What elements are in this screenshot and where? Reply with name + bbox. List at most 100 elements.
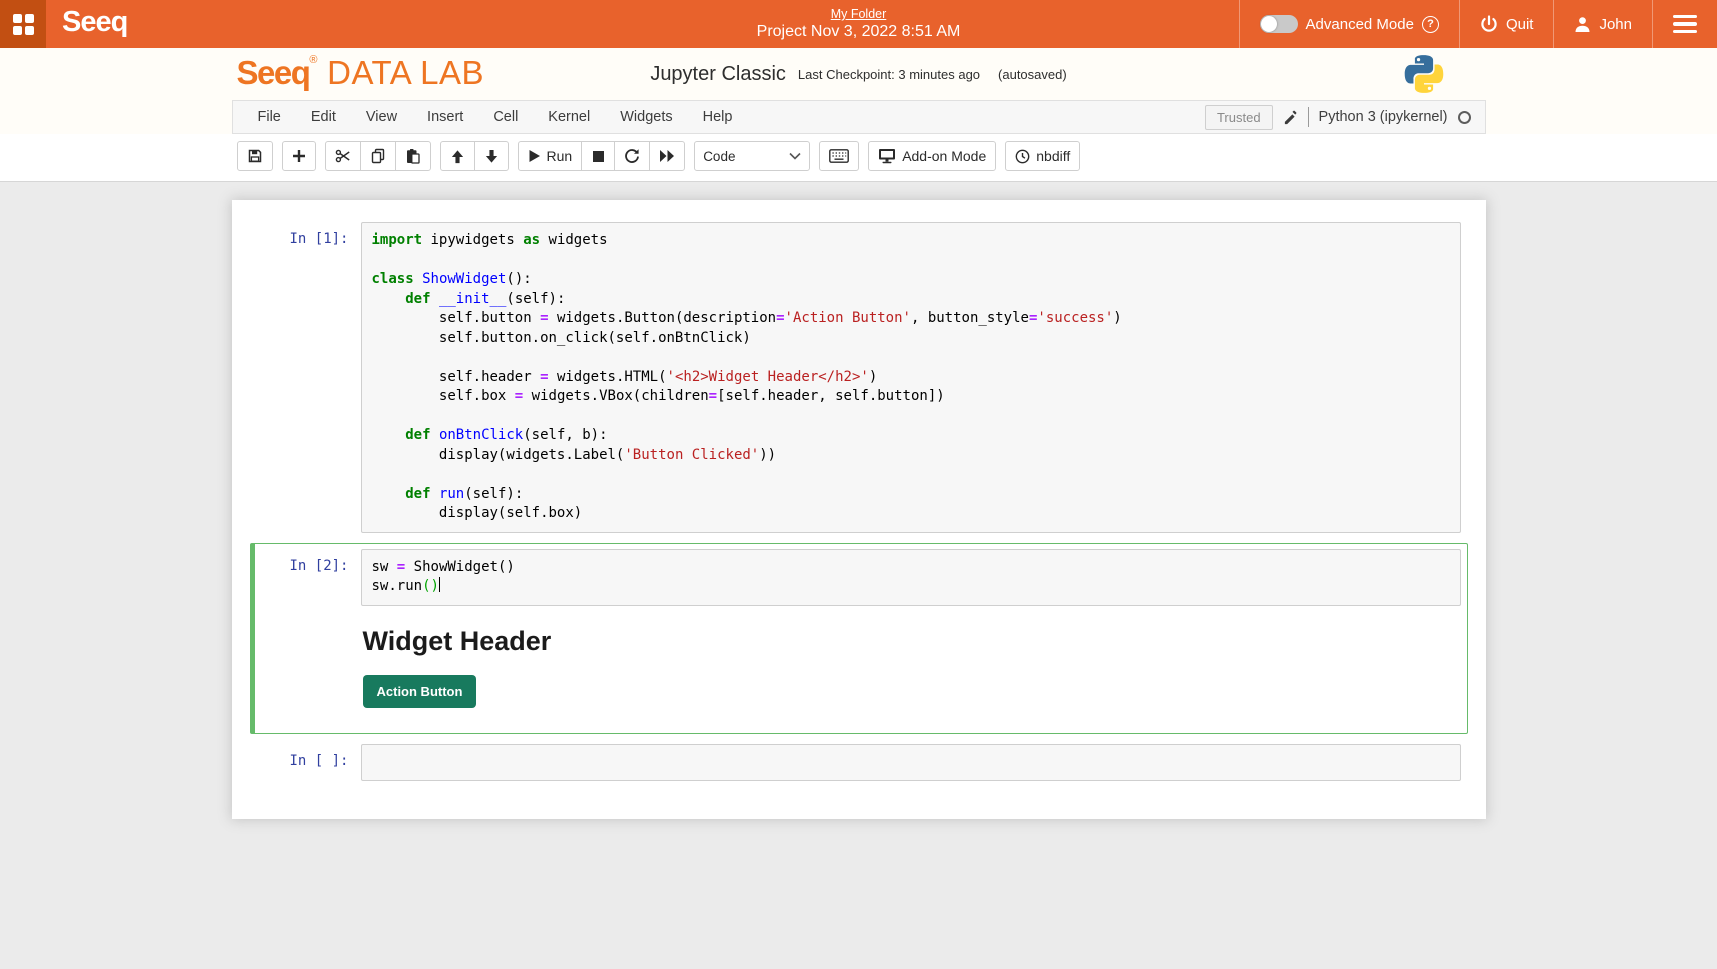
notebook-cell[interactable]: In [ ]: bbox=[250, 738, 1468, 788]
move-cell-down-button[interactable] bbox=[474, 141, 509, 171]
code-token bbox=[414, 271, 422, 287]
breadcrumb-my-folder[interactable]: My Folder bbox=[831, 7, 887, 21]
code-token: , button_style bbox=[911, 310, 1029, 326]
cut-button[interactable] bbox=[325, 141, 361, 171]
code-token: ) bbox=[1113, 310, 1121, 326]
addon-mode-button[interactable]: Add-on Mode bbox=[868, 141, 996, 171]
apps-grid-icon bbox=[13, 14, 34, 35]
code-token: run bbox=[439, 486, 464, 502]
code-line: sw.run() bbox=[372, 577, 1450, 597]
run-button[interactable]: Run bbox=[518, 141, 583, 171]
move-cell-up-button[interactable] bbox=[440, 141, 475, 171]
fast-forward-icon bbox=[659, 149, 675, 163]
cell-prompt: In [2]: bbox=[255, 549, 361, 606]
code-token: = bbox=[709, 388, 717, 404]
header-band: Seeq® DATA LAB Jupyter Classic Last Chec… bbox=[0, 48, 1717, 100]
paste-icon bbox=[405, 148, 421, 164]
seeq-logo[interactable]: Seeq bbox=[46, 0, 127, 48]
code-token: display(widgets.Label( bbox=[372, 447, 625, 463]
topbar-right: Advanced Mode ? Quit John bbox=[1239, 0, 1717, 48]
addon-mode-label: Add-on Mode bbox=[902, 148, 986, 164]
code-token: widgets.HTML( bbox=[549, 369, 667, 385]
code-token: onBtnClick bbox=[439, 427, 523, 443]
run-label: Run bbox=[547, 148, 573, 164]
checkpoint-status: Last Checkpoint: 3 minutes ago bbox=[798, 67, 980, 82]
edit-pencil-icon[interactable] bbox=[1283, 110, 1298, 125]
autosave-status: (autosaved) bbox=[998, 67, 1067, 82]
restart-run-all-button[interactable] bbox=[649, 141, 685, 171]
app-switcher-button[interactable] bbox=[0, 0, 46, 48]
widget-action-button[interactable]: Action Button bbox=[363, 675, 477, 708]
menu-cell[interactable]: Cell bbox=[478, 109, 533, 125]
quit-label: Quit bbox=[1506, 16, 1534, 33]
user-icon bbox=[1574, 16, 1591, 33]
code-token: sw.run bbox=[372, 578, 423, 594]
save-icon bbox=[247, 148, 263, 164]
command-palette-button[interactable] bbox=[819, 141, 859, 171]
code-token: def bbox=[405, 486, 430, 502]
menu-widgets[interactable]: Widgets bbox=[605, 109, 687, 125]
code-line bbox=[372, 348, 1450, 368]
code-token: sw bbox=[372, 559, 397, 575]
code-token: ShowWidget bbox=[422, 271, 506, 287]
notebook-scroll-area[interactable]: In [1]:import ipywidgets as widgets clas… bbox=[0, 182, 1717, 969]
paste-button[interactable] bbox=[395, 141, 431, 171]
hamburger-menu-button[interactable] bbox=[1652, 0, 1717, 48]
menu-insert[interactable]: Insert bbox=[412, 109, 478, 125]
code-line: import ipywidgets as widgets bbox=[372, 231, 1450, 251]
cell-input-row: In [2]:sw = ShowWidget()sw.run() bbox=[255, 549, 1467, 606]
chevron-down-icon bbox=[789, 152, 801, 160]
code-input[interactable] bbox=[361, 744, 1461, 782]
code-token: self.button bbox=[372, 310, 541, 326]
user-menu[interactable]: John bbox=[1553, 0, 1652, 48]
add-cell-button[interactable] bbox=[282, 141, 316, 171]
stop-icon bbox=[592, 150, 605, 163]
code-token: 'success' bbox=[1037, 310, 1113, 326]
menu-help[interactable]: Help bbox=[688, 109, 748, 125]
code-token: 'Action Button' bbox=[785, 310, 911, 326]
notebook-toolbar: Run Code bbox=[232, 141, 1486, 171]
notebook-cells: In [1]:import ipywidgets as widgets clas… bbox=[232, 216, 1486, 787]
menu-edit[interactable]: Edit bbox=[296, 109, 351, 125]
help-icon[interactable]: ? bbox=[1422, 16, 1439, 33]
code-token: __init__ bbox=[439, 291, 506, 307]
widget-header-text: Widget Header bbox=[363, 626, 1437, 657]
advanced-mode-label: Advanced Mode bbox=[1306, 16, 1414, 33]
copy-button[interactable] bbox=[360, 141, 396, 171]
code-line: def run(self): bbox=[372, 485, 1450, 505]
code-input[interactable]: sw = ShowWidget()sw.run() bbox=[361, 549, 1461, 606]
advanced-mode-section: Advanced Mode ? bbox=[1239, 0, 1459, 48]
code-line: def onBtnClick(self, b): bbox=[372, 426, 1450, 446]
notebook-container: In [1]:import ipywidgets as widgets clas… bbox=[232, 200, 1486, 819]
notebook-title[interactable]: Jupyter Classic bbox=[650, 63, 786, 86]
code-token: = bbox=[776, 310, 784, 326]
interrupt-kernel-button[interactable] bbox=[581, 141, 615, 171]
top-app-bar: Seeq My Folder Project Nov 3, 2022 8:51 … bbox=[0, 0, 1717, 48]
code-token: self.header bbox=[372, 369, 541, 385]
code-line bbox=[372, 407, 1450, 427]
arrow-down-icon bbox=[484, 149, 499, 164]
menu-file[interactable]: File bbox=[243, 109, 296, 125]
scissors-icon bbox=[335, 148, 351, 164]
menu-kernel[interactable]: Kernel bbox=[533, 109, 605, 125]
advanced-mode-toggle[interactable] bbox=[1260, 15, 1298, 33]
code-token: (self): bbox=[464, 486, 523, 502]
code-token: () bbox=[422, 578, 439, 594]
notebook-cell[interactable]: In [2]:sw = ShowWidget()sw.run()Widget H… bbox=[250, 543, 1468, 734]
save-button[interactable] bbox=[237, 141, 273, 171]
code-token: '<h2>Widget Header</h2>' bbox=[667, 369, 869, 385]
code-line: self.button.on_click(self.onBtnClick) bbox=[372, 329, 1450, 349]
copy-icon bbox=[370, 148, 386, 164]
notebook-title-area: Jupyter Classic Last Checkpoint: 3 minut… bbox=[232, 48, 1486, 100]
code-line: self.box = widgets.VBox(children=[self.h… bbox=[372, 387, 1450, 407]
cell-type-dropdown[interactable]: Code bbox=[694, 141, 810, 171]
code-token bbox=[372, 291, 406, 307]
notebook-cell[interactable]: In [1]:import ipywidgets as widgets clas… bbox=[250, 216, 1468, 539]
nbdiff-button[interactable]: nbdiff bbox=[1005, 141, 1080, 171]
restart-kernel-button[interactable] bbox=[614, 141, 650, 171]
quit-button[interactable]: Quit bbox=[1459, 0, 1554, 48]
code-input[interactable]: import ipywidgets as widgets class ShowW… bbox=[361, 222, 1461, 533]
menu-view[interactable]: View bbox=[351, 109, 412, 125]
code-token: ShowWidget() bbox=[405, 559, 515, 575]
code-token: def bbox=[405, 427, 430, 443]
